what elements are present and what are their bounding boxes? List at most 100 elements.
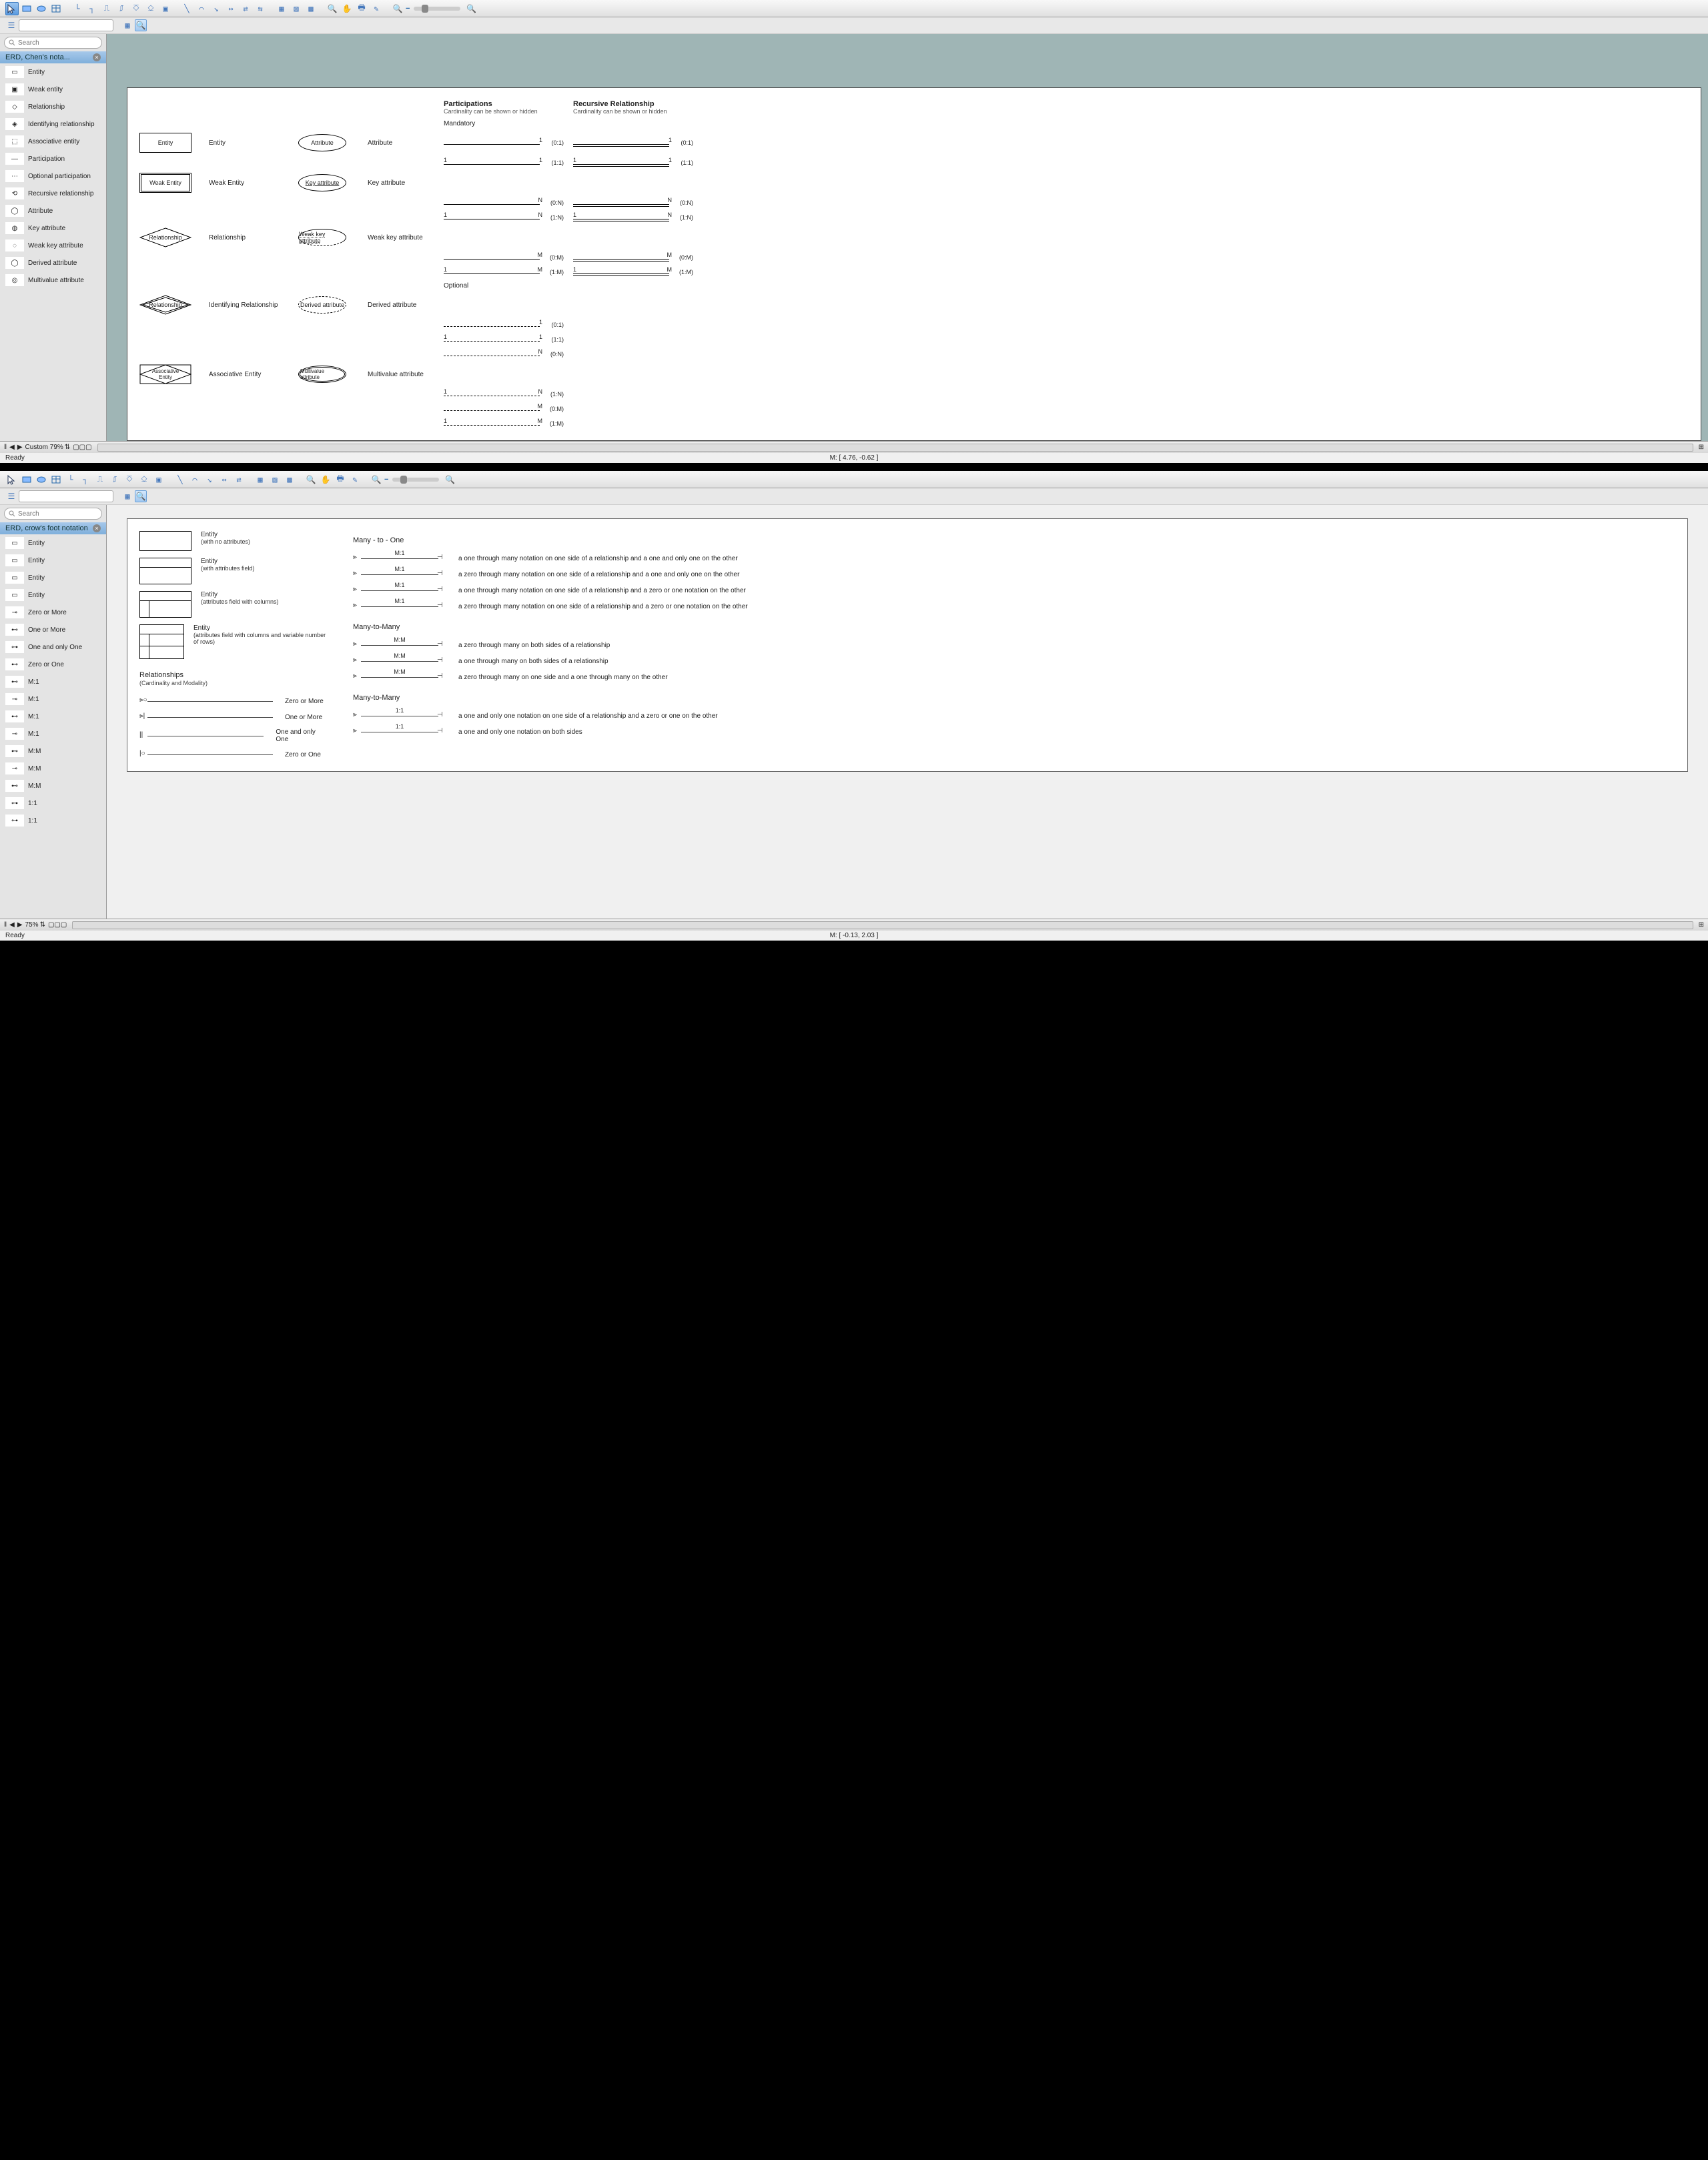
arrow-tool-4[interactable]: ⇆ xyxy=(254,2,267,15)
panel-tree-icon[interactable]: ☰ xyxy=(5,490,17,502)
sidebar-item[interactable]: ◯ Attribute xyxy=(0,202,106,219)
pan-tool[interactable]: ✋ xyxy=(340,2,354,15)
search-button[interactable]: 🔍 xyxy=(135,490,147,502)
pointer-tool[interactable] xyxy=(5,473,19,486)
sidebar-item[interactable]: ▭ Entity xyxy=(0,586,106,604)
relationship-row[interactable]: ⪢M:M⊣ a zero through many on one side an… xyxy=(353,672,1675,682)
ellipse-tool[interactable] xyxy=(35,2,48,15)
relationship-simple[interactable]: || One and only One xyxy=(139,728,326,743)
cardinality-line[interactable]: 1(0:1) xyxy=(444,320,564,330)
zoom-out-button[interactable]: 🔍 xyxy=(370,473,383,486)
sidebar-item[interactable]: ⊸ Zero or More xyxy=(0,604,106,621)
weak-entity-shape[interactable]: Weak Entity xyxy=(139,173,191,193)
sidebar-item[interactable]: ⊶ 1:1 xyxy=(0,812,106,829)
hscroll-track[interactable] xyxy=(72,921,1693,929)
corner-icon[interactable]: ⊞ xyxy=(1699,921,1704,929)
sidebar-item[interactable]: ⊸ M:M xyxy=(0,760,106,777)
connector-5[interactable]: ⎏ xyxy=(129,2,143,15)
sidebar-item[interactable]: ⊷ M:M xyxy=(0,742,106,760)
zoom-slider[interactable] xyxy=(392,478,439,482)
close-icon[interactable]: × xyxy=(93,53,101,61)
view-mode-1[interactable]: ▢▢▢ xyxy=(73,444,91,451)
table-tool[interactable] xyxy=(49,2,63,15)
cardinality-line[interactable]: 1M(1:M) xyxy=(573,267,693,277)
relationship-row[interactable]: ⪢M:1⊣ a zero through many notation on on… xyxy=(353,602,1675,611)
zoom-out-button[interactable]: 🔍 xyxy=(391,2,404,15)
sidebar-item[interactable]: ◍ Key attribute xyxy=(0,219,106,237)
cardinality-line[interactable]: M(0:M) xyxy=(444,253,564,262)
sidebar-item[interactable]: ⋯ Optional participation xyxy=(0,167,106,185)
pencil-tool[interactable]: ✎ xyxy=(348,473,362,486)
connector-1[interactable]: └ xyxy=(71,2,84,15)
cardinality-line[interactable]: 1M(1:M) xyxy=(444,267,564,277)
relationship-row[interactable]: ⪢M:1⊣ a one through many notation on one… xyxy=(353,554,1675,563)
command-input[interactable] xyxy=(19,19,113,31)
sidebar-item[interactable]: ⊷ Zero or One xyxy=(0,656,106,673)
curve-tool[interactable]: ⌒ xyxy=(195,2,208,15)
relationship-row[interactable]: ⪢M:1⊣ a one through many notation on one… xyxy=(353,586,1675,595)
ungroup-tool[interactable]: ▨ xyxy=(268,473,282,486)
image-tool[interactable]: ▣ xyxy=(152,473,165,486)
sidebar-item[interactable]: ▭ Entity xyxy=(0,569,106,586)
attribute-shape[interactable]: Attribute xyxy=(298,134,346,151)
sidebar-item[interactable]: ⊶ One and only One xyxy=(0,638,106,656)
arrow-tool-2[interactable]: ↔ xyxy=(224,2,238,15)
search-button[interactable]: 🔍 xyxy=(135,19,147,31)
grid-toggle-icon[interactable]: ▦ xyxy=(121,490,133,502)
connector-3[interactable]: ⎍ xyxy=(93,473,107,486)
entity-shape[interactable]: Entity xyxy=(139,133,191,153)
zoom-minus[interactable]: − xyxy=(384,476,388,484)
cardinality-line[interactable]: N(0:N) xyxy=(444,198,564,207)
zoom-in-icon[interactable]: 🔍 xyxy=(326,2,339,15)
command-input[interactable] xyxy=(19,490,113,502)
sidebar-item[interactable]: ⊸ M:1 xyxy=(0,725,106,742)
connector-5[interactable]: ⎏ xyxy=(123,473,136,486)
sidebar-item[interactable]: ⊷ M:1 xyxy=(0,673,106,690)
align-tool[interactable]: ▩ xyxy=(304,2,318,15)
page-next-icon[interactable]: ▶ xyxy=(17,921,23,929)
sidebar-item[interactable]: ◌ Weak key attribute xyxy=(0,237,106,254)
entity-variant[interactable]: Entity(with attributes field) xyxy=(139,558,326,584)
search-input[interactable] xyxy=(4,508,102,520)
sidebar-item[interactable]: ⊷ M:1 xyxy=(0,708,106,725)
relationship-row[interactable]: ⪢1:1⊣ a one and only one notation on one… xyxy=(353,711,1675,720)
relationship-row[interactable]: ⪢M:1⊣ a zero through many notation on on… xyxy=(353,570,1675,579)
sidebar-item[interactable]: ▭ Entity xyxy=(0,63,106,81)
attribute-shape[interactable]: Multivalue attribute xyxy=(298,366,346,383)
entity-variant[interactable]: Entity(with no attributes) xyxy=(139,531,326,551)
relationship-simple[interactable]: |○ Zero or One xyxy=(139,750,326,759)
print-tool[interactable]: 🖶 xyxy=(355,2,368,15)
relationship-shape[interactable]: Relationship xyxy=(139,295,191,315)
relationship-simple[interactable]: ⪢| One or More xyxy=(139,712,326,722)
sidebar-item[interactable]: ⊷ One or More xyxy=(0,621,106,638)
zoom-stepper[interactable]: ⇅ xyxy=(40,921,45,929)
arrow-tool-2[interactable]: ↔ xyxy=(218,473,231,486)
grid-toggle-icon[interactable]: ▦ xyxy=(121,19,133,31)
sidebar-item[interactable]: ◎ Multivalue attribute xyxy=(0,272,106,289)
sidebar-item[interactable]: ⬚ Associative entity xyxy=(0,133,106,150)
sidebar-item[interactable]: ⊸ M:1 xyxy=(0,690,106,708)
arrow-tool-3[interactable]: ⇄ xyxy=(232,473,246,486)
ungroup-tool[interactable]: ▨ xyxy=(290,2,303,15)
print-tool[interactable]: 🖶 xyxy=(334,473,347,486)
sidebar-item[interactable]: ◯ Derived attribute xyxy=(0,254,106,272)
connector-2[interactable]: ┐ xyxy=(79,473,92,486)
page-prev-icon[interactable]: ◀ xyxy=(9,921,15,929)
group-tool[interactable]: ▦ xyxy=(275,2,288,15)
line-tool[interactable]: ╲ xyxy=(173,473,187,486)
associative-entity-shape[interactable]: AssociativeEntity xyxy=(139,364,191,384)
corner-icon[interactable]: ⊞ xyxy=(1699,444,1704,451)
relationship-row[interactable]: ⪢1:1⊣ a one and only one notation on bot… xyxy=(353,727,1675,736)
sidebar-item[interactable]: ⊶ 1:1 xyxy=(0,794,106,812)
page-next-icon[interactable]: ▶ xyxy=(17,444,23,451)
pan-tool[interactable]: ✋ xyxy=(319,473,332,486)
view-mode-1[interactable]: ▢▢▢ xyxy=(48,921,67,929)
zoom-in-button[interactable]: 🔍 xyxy=(464,2,478,15)
close-icon[interactable]: × xyxy=(93,524,101,532)
connector-2[interactable]: ┐ xyxy=(85,2,99,15)
cardinality-line[interactable]: 1(0:1) xyxy=(444,138,564,147)
sidebar-item[interactable]: ⊷ M:M xyxy=(0,777,106,794)
cardinality-line[interactable]: 1N(1:N) xyxy=(573,213,693,222)
attribute-shape[interactable]: Derived attribute xyxy=(298,296,346,314)
curve-tool[interactable]: ⌒ xyxy=(188,473,201,486)
